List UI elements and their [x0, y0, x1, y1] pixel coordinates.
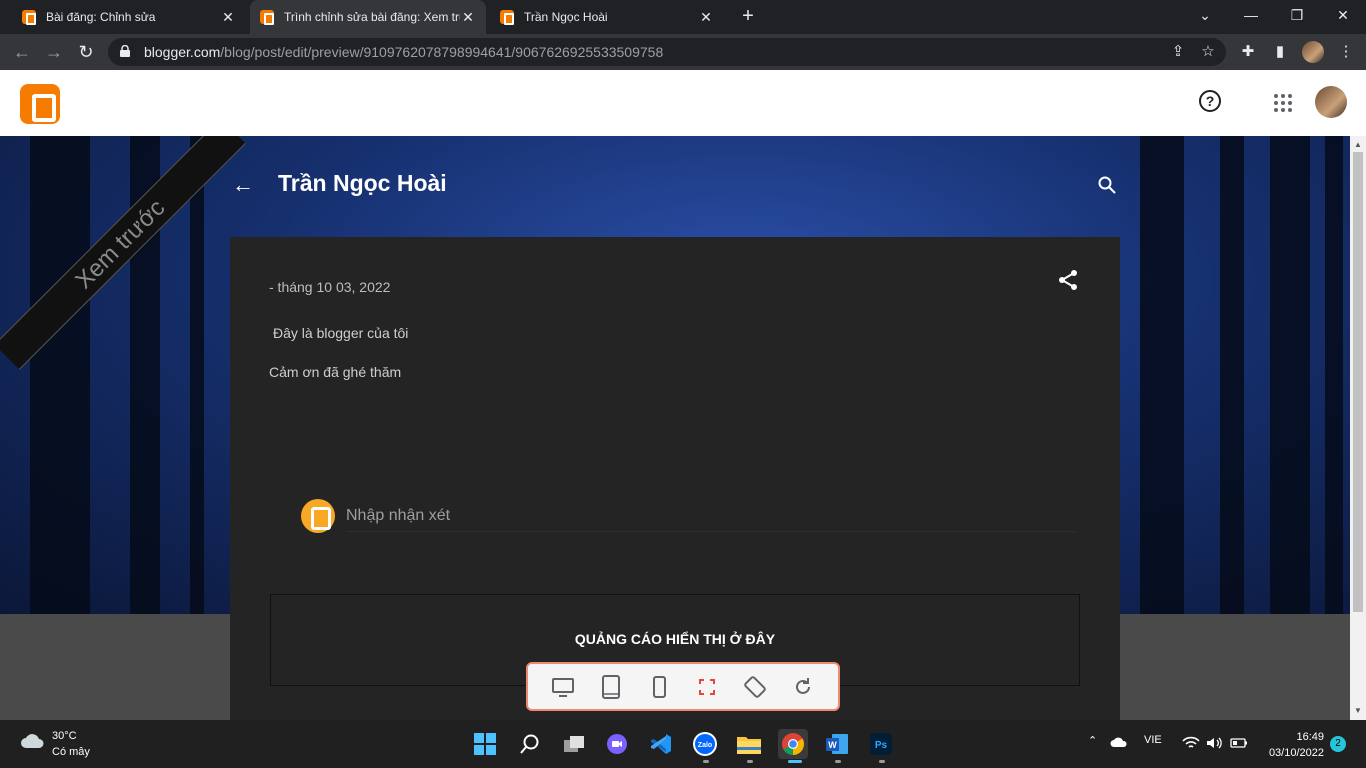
close-tab-icon[interactable]: ✕ — [698, 9, 714, 26]
commenter-blogger-icon — [301, 499, 335, 533]
search-icon[interactable] — [1098, 176, 1116, 194]
share-page-icon[interactable]: ⇪ — [1166, 40, 1190, 64]
notification-badge[interactable]: 2 — [1330, 736, 1346, 752]
task-view-icon[interactable] — [559, 729, 589, 759]
post-preview: Xem trước ← Trần Ngọc Hoài - tháng 10 03… — [0, 136, 1350, 720]
weather-temperature[interactable]: 30°C — [52, 730, 77, 742]
apps-grid-icon[interactable] — [1274, 94, 1292, 112]
cloud-icon[interactable] — [20, 730, 46, 750]
browser-toolbar: ← → ↻ blogger.com/blog/post/edit/preview… — [0, 34, 1366, 70]
profile-avatar[interactable] — [1302, 41, 1324, 63]
reload-button[interactable]: ↻ — [74, 40, 98, 64]
rotate-icon[interactable] — [742, 674, 768, 700]
new-tab-button[interactable]: + — [738, 6, 758, 26]
back-arrow-icon[interactable]: ← — [232, 172, 254, 198]
device-preview-toolbar — [526, 662, 840, 711]
bookmark-star-icon[interactable]: ☆ — [1196, 40, 1220, 64]
show-hidden-icons-icon[interactable]: ⌃ — [1088, 734, 1097, 747]
menu-icon[interactable]: ⋮ — [1334, 40, 1358, 64]
page-scrollbar[interactable]: ▲ ▼ — [1350, 136, 1366, 720]
post-body-line: Đây là blogger của tôi — [273, 325, 409, 341]
phone-icon[interactable] — [646, 674, 672, 700]
tablet-icon[interactable] — [598, 674, 624, 700]
blogger-logo-icon[interactable] — [20, 84, 60, 124]
svg-text:W: W — [828, 740, 837, 750]
file-explorer-icon[interactable] — [734, 729, 764, 759]
tab-preview[interactable]: Trình chỉnh sửa bài đăng: Xem trước ✕ — [250, 0, 486, 34]
minimize-button[interactable]: — — [1228, 0, 1274, 30]
volume-icon[interactable] — [1206, 736, 1224, 750]
extensions-icon[interactable]: ✚ — [1236, 40, 1260, 64]
search-taskbar-icon[interactable] — [515, 729, 545, 759]
share-icon[interactable] — [1058, 269, 1078, 291]
clock-time: 16:49 — [1296, 731, 1324, 743]
browser-tab-strip: Bài đăng: Chỉnh sửa ✕ Trình chỉnh sửa bà… — [0, 0, 1366, 34]
photoshop-icon[interactable]: Ps — [866, 729, 896, 759]
blogger-favicon-icon — [22, 10, 36, 25]
vscode-icon[interactable] — [646, 729, 676, 759]
back-button[interactable]: ← — [10, 40, 34, 64]
wifi-icon[interactable] — [1182, 736, 1200, 750]
teams-chat-icon[interactable] — [602, 729, 632, 759]
close-tab-icon[interactable]: ✕ — [220, 9, 236, 26]
windows-taskbar: 30°C Có mây Zalo W Ps ⌃ VIE 16:49 03/10/… — [0, 720, 1366, 768]
system-clock[interactable]: 16:49 03/10/2022 — [1262, 729, 1324, 761]
refresh-icon[interactable] — [790, 674, 816, 700]
ad-text: QUẢNG CÁO HIỂN THỊ Ở ĐÂY — [574, 631, 776, 647]
post-date: - tháng 10 03, 2022 — [269, 279, 391, 295]
tab-search-icon[interactable]: ⌄ — [1182, 0, 1228, 30]
word-icon[interactable]: W — [822, 729, 852, 759]
post-card: - tháng 10 03, 2022 Đây là blogger của t… — [230, 237, 1120, 720]
weather-condition[interactable]: Có mây — [52, 746, 90, 758]
side-panel-icon[interactable]: ▮ — [1268, 40, 1292, 64]
svg-text:Zalo: Zalo — [698, 742, 712, 749]
tab-title: Trần Ngọc Hoài — [524, 10, 608, 24]
url-path: /blog/post/edit/preview/9109762078798994… — [220, 44, 664, 60]
tab-blog[interactable]: Trần Ngọc Hoài ✕ — [490, 0, 724, 34]
clock-date: 03/10/2022 — [1268, 747, 1324, 759]
restore-button[interactable]: ❐ — [1274, 0, 1320, 30]
url-host: blogger.com — [144, 44, 221, 60]
blog-title[interactable]: Trần Ngọc Hoài — [278, 170, 447, 197]
start-windows-icon[interactable] — [470, 729, 500, 759]
desktop-icon[interactable] — [550, 674, 576, 700]
post-body-line: Cảm ơn đã ghé thăm — [269, 364, 402, 380]
scrollbar-thumb[interactable] — [1353, 152, 1363, 612]
fullscreen-icon[interactable] — [694, 674, 720, 700]
close-window-button[interactable]: ✕ — [1320, 0, 1366, 30]
input-language[interactable]: VIE — [1144, 734, 1162, 746]
comment-divider — [346, 531, 1076, 532]
address-bar[interactable]: blogger.com/blog/post/edit/preview/91097… — [108, 38, 1226, 66]
onedrive-icon[interactable] — [1110, 736, 1128, 748]
chrome-icon[interactable] — [778, 729, 808, 759]
close-tab-icon[interactable]: ✕ — [460, 9, 476, 26]
svg-text:Ps: Ps — [875, 740, 888, 751]
tab-title: Trình chỉnh sửa bài đăng: Xem trước — [284, 10, 460, 24]
tab-title: Bài đăng: Chỉnh sửa — [46, 10, 156, 24]
comment-input[interactable]: Nhập nhận xét — [346, 507, 450, 525]
account-avatar[interactable] — [1315, 86, 1347, 118]
forward-button[interactable]: → — [42, 40, 66, 64]
battery-icon[interactable] — [1230, 737, 1248, 749]
blogger-header: ? — [0, 70, 1366, 136]
blogger-favicon-icon — [500, 10, 514, 25]
help-icon[interactable]: ? — [1199, 90, 1221, 112]
lock-icon — [120, 45, 130, 57]
zalo-icon[interactable]: Zalo — [690, 729, 720, 759]
tab-edit-post[interactable]: Bài đăng: Chỉnh sửa ✕ — [12, 0, 246, 34]
blogger-favicon-icon — [260, 10, 274, 25]
